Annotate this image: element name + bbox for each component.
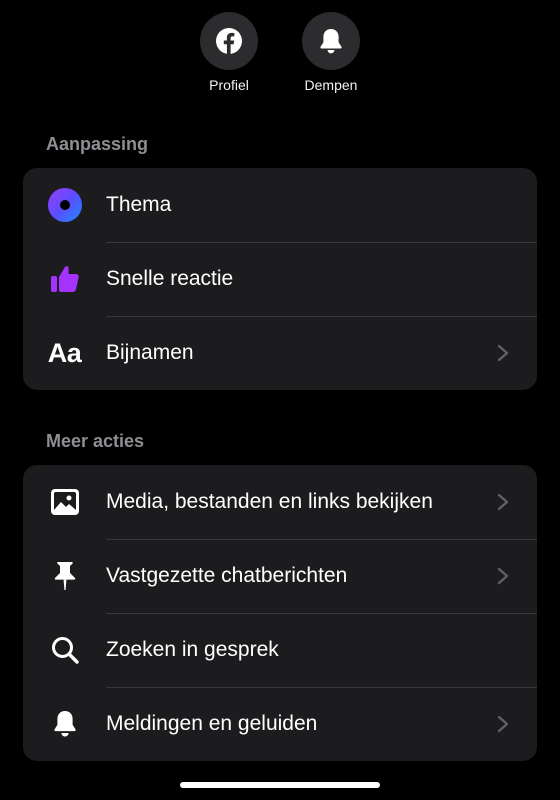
row-theme-label: Thema [106,193,172,216]
row-search-conversation-label: Zoeken in gesprek [106,638,279,661]
home-indicator[interactable] [180,782,380,788]
profile-button[interactable] [200,12,258,70]
row-notifications-sounds-label: Meldingen en geluiden [106,712,318,735]
search-icon [23,613,106,687]
row-pinned-messages-label: Vastgezette chatberichten [106,564,348,587]
row-view-media-label: Media, bestanden en links bekijken [106,490,433,513]
chevron-right-icon [497,567,537,585]
chevron-right-icon [497,493,537,511]
theme-circle-icon [23,168,106,242]
conversation-settings-screen: Profiel Dempen Aanpassing Thema Snelle r… [0,0,560,800]
section-header-customization: Aanpassing [46,134,149,154]
row-quick-reaction-label: Snelle reactie [106,267,234,290]
customization-card: Thema Snelle reactie Aa Bijnamen [23,168,537,390]
row-quick-reaction[interactable]: Snelle reactie [23,242,537,316]
chevron-right-icon [497,344,537,362]
mute-action[interactable]: Dempen [302,12,360,93]
mute-button[interactable] [302,12,360,70]
profile-label: Profiel [209,77,249,93]
thumbs-up-icon [23,242,106,316]
bell-icon [23,687,106,761]
row-nicknames[interactable]: Aa Bijnamen [23,316,537,390]
text-aa-glyph: Aa [47,337,82,368]
row-nicknames-label: Bijnamen [106,341,194,364]
mute-label: Dempen [304,77,358,93]
row-search-conversation[interactable]: Zoeken in gesprek [23,613,537,687]
row-notifications-sounds[interactable]: Meldingen en geluiden [23,687,537,761]
facebook-icon [216,28,242,54]
profile-action[interactable]: Profiel [200,12,258,93]
chevron-right-icon [497,715,537,733]
row-view-media[interactable]: Media, bestanden en links bekijken [23,465,537,539]
text-aa-icon: Aa [23,316,106,390]
row-theme[interactable]: Thema [23,168,537,242]
row-pinned-messages[interactable]: Vastgezette chatberichten [23,539,537,613]
section-header-more-actions: Meer acties [46,431,145,451]
image-icon [23,465,106,539]
pin-icon [23,539,106,613]
top-actions: Profiel Dempen [0,12,560,93]
more-actions-card: Media, bestanden en links bekijken Vastg… [23,465,537,761]
bell-icon [320,29,342,54]
